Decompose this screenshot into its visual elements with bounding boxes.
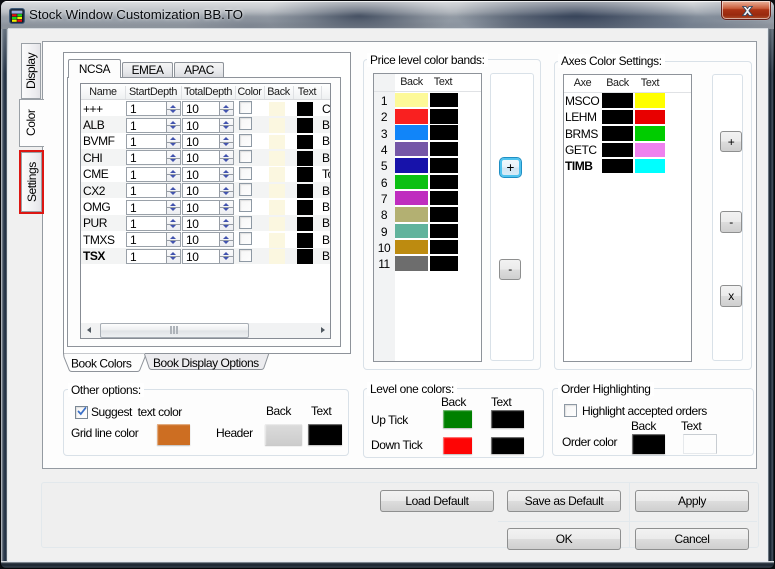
svg-text:Book Colors: Book Colors [71,356,132,370]
svg-text:Book Display Options: Book Display Options [153,356,259,370]
